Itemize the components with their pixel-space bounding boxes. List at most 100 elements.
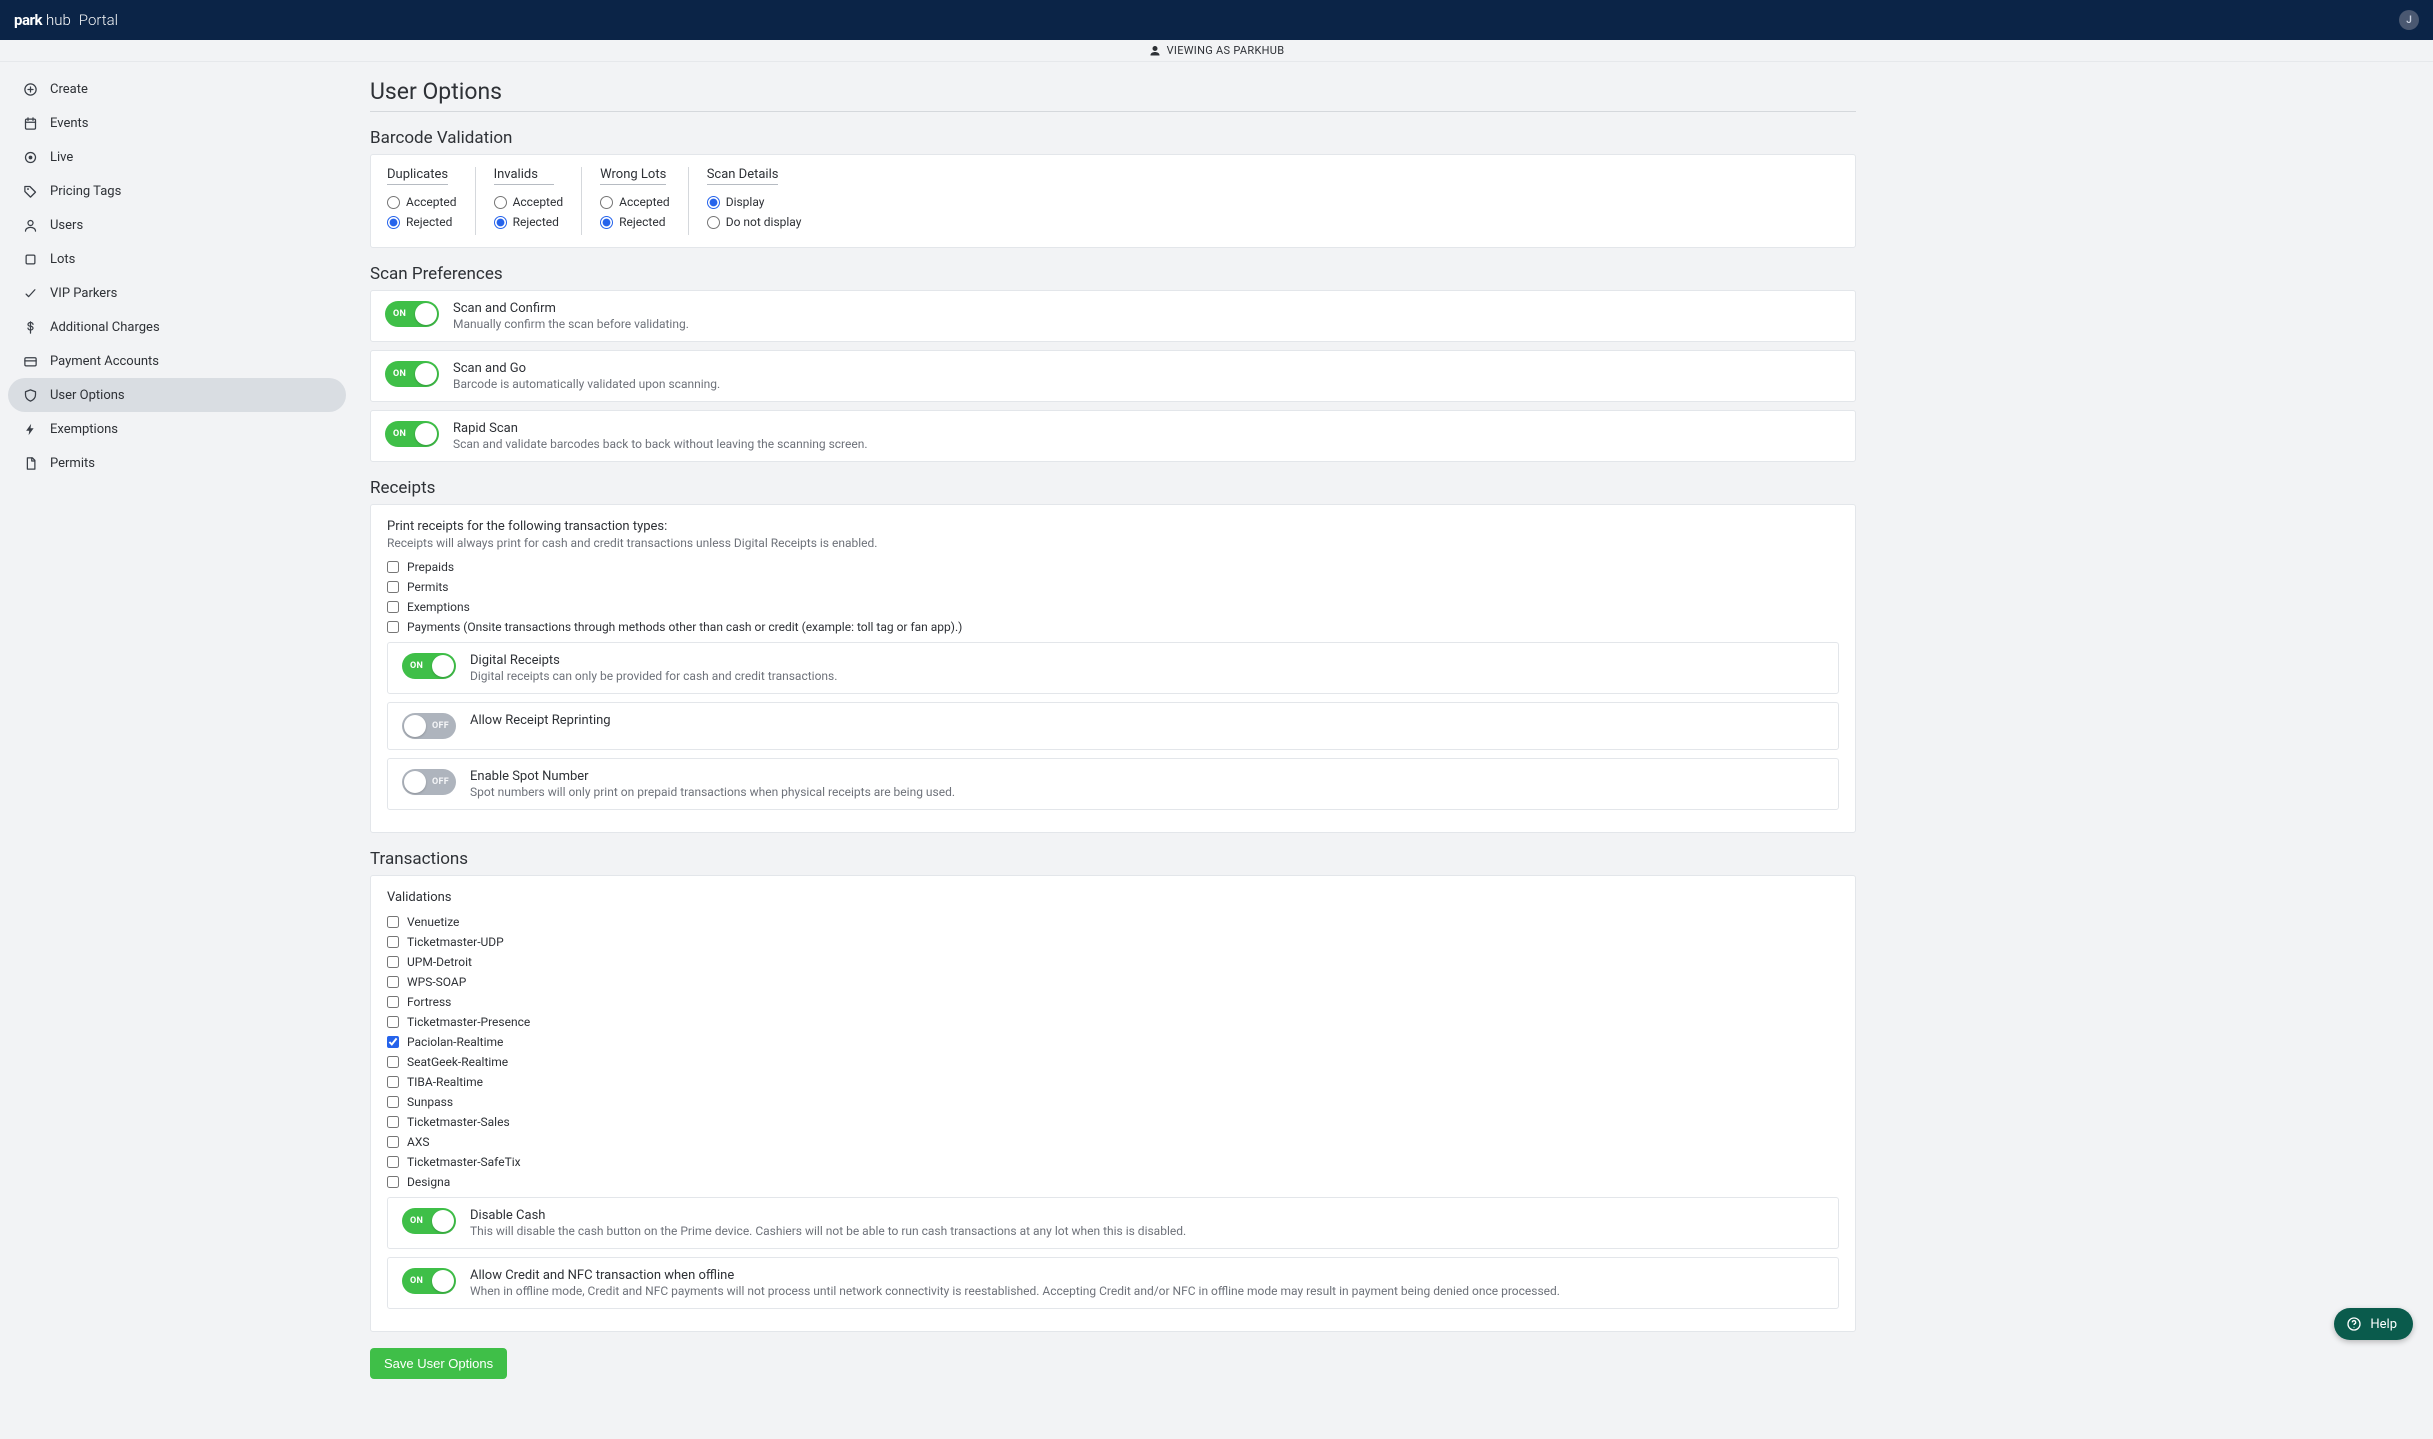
bv-radio-b[interactable]	[494, 216, 507, 229]
provider-seatgeek-realtime[interactable]: SeatGeek-Realtime	[387, 1055, 1839, 1069]
provider-venuetize[interactable]: Venuetize	[387, 915, 1839, 929]
provider-checkbox[interactable]	[387, 936, 399, 948]
brand-portal: Portal	[79, 11, 118, 29]
toggle-row-scan-and-go: ON Scan and Go Barcode is automatically …	[370, 350, 1856, 402]
provider-ticketmaster-presence[interactable]: Ticketmaster-Presence	[387, 1015, 1839, 1029]
brand-logo[interactable]: parkhub Portal	[14, 11, 118, 29]
sidebar-item-pricing-tags[interactable]: Pricing Tags	[8, 174, 346, 208]
provider-checkbox[interactable]	[387, 1176, 399, 1188]
provider-checkbox[interactable]	[387, 976, 399, 988]
bv-option-b[interactable]: Rejected	[387, 215, 457, 229]
provider-checkbox[interactable]	[387, 996, 399, 1008]
bv-option-a[interactable]: Accepted	[494, 195, 564, 209]
provider-checkbox[interactable]	[387, 1036, 399, 1048]
sidebar-item-payment-accounts[interactable]: Payment Accounts	[8, 344, 346, 378]
sidebar-item-label: User Options	[50, 388, 125, 403]
provider-paciolan-realtime[interactable]: Paciolan-Realtime	[387, 1035, 1839, 1049]
toggle-state-label: ON	[410, 1216, 423, 1226]
provider-upm-detroit[interactable]: UPM-Detroit	[387, 955, 1839, 969]
provider-wps-soap[interactable]: WPS-SOAP	[387, 975, 1839, 989]
receipt-type-prepaids[interactable]: Prepaids	[387, 560, 1839, 574]
provider-ticketmaster-udp[interactable]: Ticketmaster-UDP	[387, 935, 1839, 949]
card-icon	[23, 354, 38, 369]
provider-checkbox[interactable]	[387, 1116, 399, 1128]
sidebar-item-lots[interactable]: Lots	[8, 242, 346, 276]
receipt-type-checkbox[interactable]	[387, 561, 399, 573]
plus-icon	[23, 82, 38, 97]
provider-designa[interactable]: Designa	[387, 1175, 1839, 1189]
receipt-type-checkbox[interactable]	[387, 581, 399, 593]
sidebar-item-create[interactable]: Create	[8, 72, 346, 106]
toggle-text: Disable Cash This will disable the cash …	[470, 1208, 1186, 1238]
sidebar-item-label: Additional Charges	[50, 320, 160, 335]
receipt-type-checkbox[interactable]	[387, 601, 399, 613]
brand-hub: hub	[46, 11, 71, 29]
receipt-type-label: Permits	[407, 580, 448, 594]
sidebar-item-user-options[interactable]: User Options	[8, 378, 346, 412]
toggle-switch[interactable]: OFF	[402, 713, 456, 739]
bv-option-a[interactable]: Accepted	[600, 195, 670, 209]
bv-radio-a[interactable]	[387, 196, 400, 209]
provider-tiba-realtime[interactable]: TIBA-Realtime	[387, 1075, 1839, 1089]
bv-option-b[interactable]: Rejected	[494, 215, 564, 229]
toggle-desc: This will disable the cash button on the…	[470, 1224, 1186, 1238]
sidebar-item-users[interactable]: Users	[8, 208, 346, 242]
receipt-type-payments[interactable]: Payments (Onsite transactions through me…	[387, 620, 1839, 634]
toggle-switch[interactable]: ON	[385, 301, 439, 327]
avatar[interactable]: J	[2399, 10, 2419, 30]
bv-radio-a[interactable]	[494, 196, 507, 209]
toggle-state-label: ON	[410, 661, 423, 671]
user-icon	[1149, 45, 1161, 57]
sidebar-item-label: Lots	[50, 252, 75, 267]
sidebar-item-events[interactable]: Events	[8, 106, 346, 140]
receipt-type-checkbox[interactable]	[387, 621, 399, 633]
provider-sunpass[interactable]: Sunpass	[387, 1095, 1839, 1109]
save-user-options-button[interactable]: Save User Options	[370, 1348, 507, 1379]
bv-radio-a[interactable]	[707, 196, 720, 209]
toggle-desc: Spot numbers will only print on prepaid …	[470, 785, 955, 799]
bv-radio-a[interactable]	[600, 196, 613, 209]
help-button[interactable]: Help	[2334, 1308, 2413, 1340]
provider-axs[interactable]: AXS	[387, 1135, 1839, 1149]
sidebar-item-additional-charges[interactable]: Additional Charges	[8, 310, 346, 344]
provider-checkbox[interactable]	[387, 1156, 399, 1168]
provider-checkbox[interactable]	[387, 1016, 399, 1028]
sidebar-item-permits[interactable]: Permits	[8, 446, 346, 480]
bv-radio-b[interactable]	[600, 216, 613, 229]
bv-option-a[interactable]: Display	[707, 195, 802, 209]
receipt-type-exemptions[interactable]: Exemptions	[387, 600, 1839, 614]
bv-radio-b[interactable]	[387, 216, 400, 229]
bv-option-a[interactable]: Accepted	[387, 195, 457, 209]
provider-checkbox[interactable]	[387, 916, 399, 928]
bv-option-a-label: Accepted	[619, 195, 670, 209]
sidebar-item-vip-parkers[interactable]: VIP Parkers	[8, 276, 346, 310]
bv-option-a-label: Display	[726, 195, 765, 209]
receipt-type-permits[interactable]: Permits	[387, 580, 1839, 594]
sidebar-item-exemptions[interactable]: Exemptions	[8, 412, 346, 446]
bv-option-b[interactable]: Rejected	[600, 215, 670, 229]
provider-checkbox[interactable]	[387, 956, 399, 968]
toggle-switch[interactable]: ON	[385, 361, 439, 387]
toggle-switch[interactable]: ON	[402, 1208, 456, 1234]
provider-label: Fortress	[407, 995, 451, 1009]
toggle-switch[interactable]: ON	[402, 1268, 456, 1294]
provider-checkbox[interactable]	[387, 1076, 399, 1088]
sidebar-item-live[interactable]: Live	[8, 140, 346, 174]
toggle-knob	[404, 771, 426, 793]
provider-checkbox[interactable]	[387, 1136, 399, 1148]
toggle-switch[interactable]: OFF	[402, 769, 456, 795]
provider-checkbox[interactable]	[387, 1096, 399, 1108]
bv-radio-b[interactable]	[707, 216, 720, 229]
toggle-title: Enable Spot Number	[470, 769, 955, 784]
provider-ticketmaster-sales[interactable]: Ticketmaster-Sales	[387, 1115, 1839, 1129]
toggle-switch[interactable]: ON	[402, 653, 456, 679]
toggle-title: Rapid Scan	[453, 421, 868, 436]
bv-option-b[interactable]: Do not display	[707, 215, 802, 229]
toggle-switch[interactable]: ON	[385, 421, 439, 447]
provider-ticketmaster-safetix[interactable]: Ticketmaster-SafeTix	[387, 1155, 1839, 1169]
provider-checkbox[interactable]	[387, 1056, 399, 1068]
provider-label: Ticketmaster-Presence	[407, 1015, 530, 1029]
toggle-knob	[415, 363, 437, 385]
toggle-state-label: ON	[410, 1276, 423, 1286]
provider-fortress[interactable]: Fortress	[387, 995, 1839, 1009]
